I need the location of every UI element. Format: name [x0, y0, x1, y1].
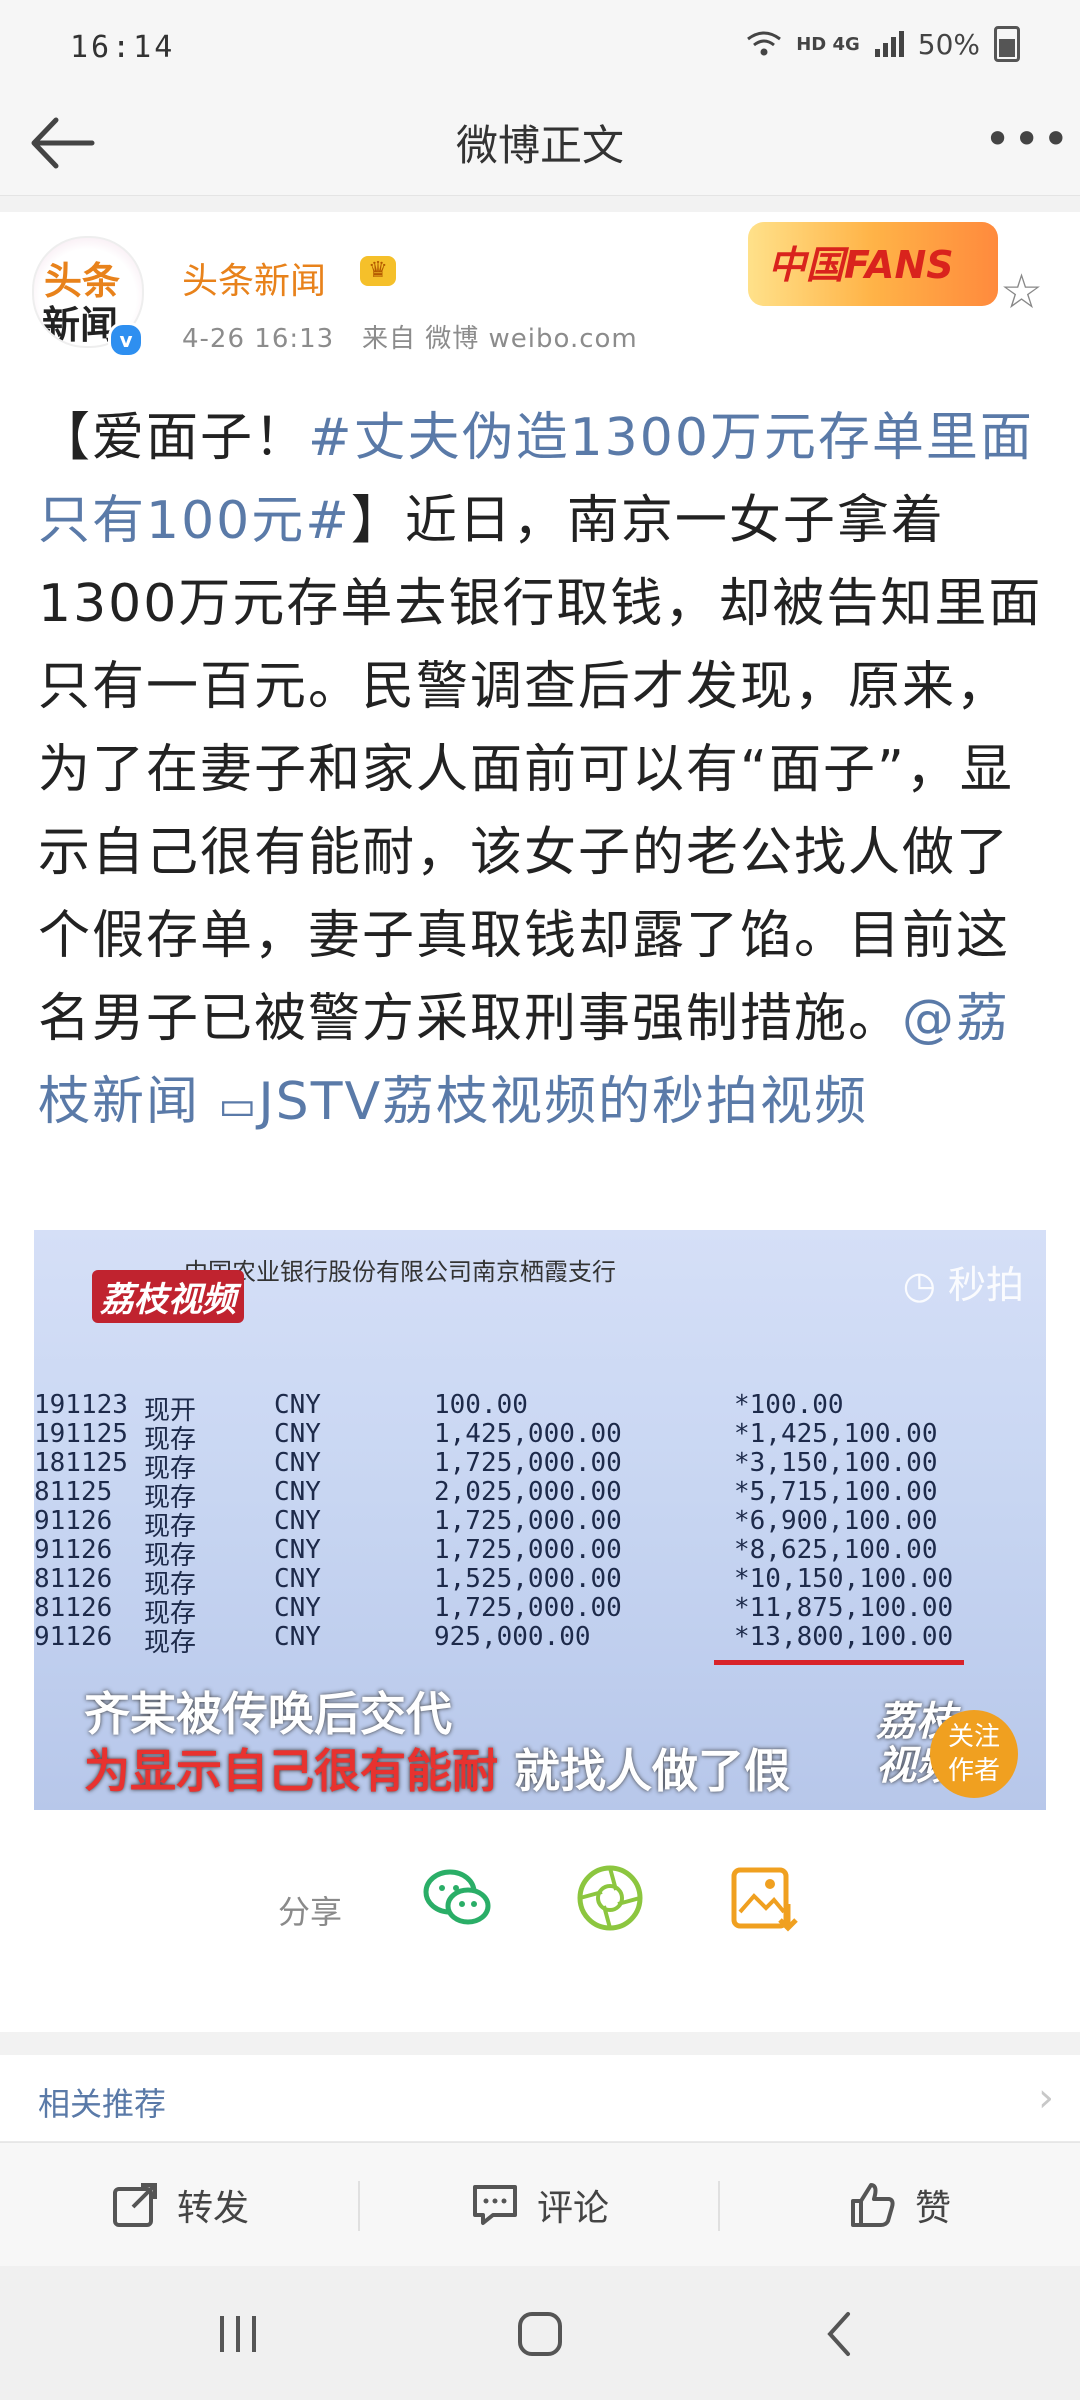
forward-icon: [112, 2183, 157, 2227]
statement-type: 现存: [144, 1628, 197, 1658]
statement-amount: 1,725,000.00: [434, 1506, 622, 1536]
fans-badge-text: 中国FANS: [768, 243, 954, 287]
statement-id: 191123: [34, 1390, 128, 1420]
statement-amount: 1,725,000.00: [434, 1448, 622, 1478]
statement-id: 91126: [34, 1622, 113, 1652]
recent-apps-icon[interactable]: [198, 2294, 278, 2374]
share-label: 分享: [278, 1893, 343, 1931]
statement-amount: 1,425,000.00: [434, 1419, 622, 1449]
statement-balance: *3,150,100.00: [734, 1448, 938, 1478]
related-section[interactable]: 相关推荐 ›: [0, 2055, 1080, 2142]
wechat-icon[interactable]: [420, 1860, 496, 1936]
follow-line-2: 作者: [947, 1756, 1000, 1786]
body-prefix: 【爱面子！: [38, 408, 309, 468]
statement-amount: 925,000.00: [434, 1622, 591, 1652]
favorite-star-icon[interactable]: ☆: [1000, 264, 1043, 320]
statement-cur: CNY: [274, 1448, 321, 1478]
verified-icon: v: [108, 322, 144, 358]
like-button[interactable]: 赞: [720, 2143, 1080, 2267]
battery-icon: [994, 26, 1020, 62]
miaopai-watermark: ◷ 秒拍: [902, 1263, 1024, 1307]
video-subtitle-2: 为显示自己很有能耐 就找人做了假: [84, 1735, 790, 1801]
statement-cur: CNY: [274, 1419, 321, 1449]
statement-amount: 100.00: [434, 1390, 528, 1420]
statement-balance: *10,150,100.00: [734, 1564, 954, 1594]
video-link[interactable]: ▭JSTV荔枝视频的秒拍视频: [219, 1072, 868, 1132]
post-body: 【爱面子！#丈夫伪造1300万元存单里面只有100元#】近日，南京一女子拿着13…: [38, 397, 1048, 1148]
subtitle-rest: 就找人做了假: [498, 1744, 791, 1798]
follow-author-button[interactable]: 关注 作者: [930, 1710, 1018, 1798]
statement-id: 181125: [34, 1448, 128, 1478]
chevron-right-icon: ›: [1038, 2075, 1054, 2121]
battery-percent: 50%: [917, 27, 980, 61]
top-nav: 微博正文 •••: [0, 90, 1080, 196]
signal-icon: [874, 31, 904, 57]
author-name[interactable]: 头条新闻: [182, 252, 326, 304]
video-player[interactable]: 中国农业银行股份有限公司南京栖霞支行 荔枝视频 ◷ 秒拍 191123 现开 CNY…: [34, 1230, 1046, 1810]
statement-id: 91126: [34, 1506, 113, 1536]
statement-cur: CNY: [274, 1564, 321, 1594]
save-image-icon[interactable]: [726, 1860, 802, 1936]
statement-id: 91126: [34, 1535, 113, 1565]
statement-balance: *6,900,100.00: [734, 1506, 938, 1536]
video-link-icon: ▭: [218, 1083, 259, 1129]
statement-cur: CNY: [274, 1477, 321, 1507]
statement-cur: CNY: [274, 1390, 321, 1420]
statement-balance: *100.00: [734, 1390, 844, 1420]
back-icon[interactable]: [800, 2294, 880, 2374]
statement-balance: *5,715,100.00: [734, 1477, 938, 1507]
statement-balance: *8,625,100.00: [734, 1535, 938, 1565]
subtitle-highlight: 为显示自己很有能耐: [84, 1744, 498, 1798]
avatar-text-bottom: 新闻: [42, 303, 119, 347]
watermark-text: 秒拍: [947, 1263, 1024, 1307]
crown-icon: ♛: [360, 256, 396, 286]
comment-label: 评论: [536, 2188, 609, 2229]
body-main: 】近日，南京一女子拿着1300万元存单去银行取钱，却被告知里面只有一百元。民警调…: [38, 491, 1043, 1049]
underline-highlight: [714, 1660, 964, 1665]
statement-id: 81125: [34, 1477, 113, 1507]
home-icon[interactable]: [500, 2294, 580, 2374]
statement-id: 81126: [34, 1564, 113, 1594]
follow-line-1: 关注: [947, 1722, 1000, 1752]
statement-amount: 1,525,000.00: [434, 1564, 622, 1594]
related-label: 相关推荐: [38, 2085, 167, 2123]
page-title: 微博正文: [455, 121, 624, 170]
post-meta: 4-26 16:13 来自 微博 weibo.com: [182, 318, 638, 355]
bank-header: 中国农业银行股份有限公司南京栖霞支行: [184, 1258, 616, 1286]
statement-cur: CNY: [274, 1535, 321, 1565]
system-nav-bar: [0, 2266, 1080, 2400]
post-time: 4-26 16:13: [182, 324, 335, 354]
comment-button[interactable]: 评论: [360, 2143, 720, 2267]
thumbs-up-icon: [850, 2183, 895, 2227]
statement-cur: CNY: [274, 1622, 321, 1652]
video-link-text: JSTV荔枝视频的秒拍视频: [258, 1072, 869, 1132]
statement-amount: 2,025,000.00: [434, 1477, 622, 1507]
statement-amount: 1,725,000.00: [434, 1593, 622, 1623]
statement-balance: *1,425,100.00: [734, 1419, 938, 1449]
more-icon[interactable]: •••: [984, 112, 1069, 172]
video-logo: 荔枝视频: [92, 1270, 244, 1323]
network-label: HD 4G: [796, 33, 860, 55]
post-card: 头条 新闻 v 头条新闻 ♛ 4-26 16:13 来自 微博 weibo.co…: [0, 212, 1080, 2032]
statement-cur: CNY: [274, 1593, 321, 1623]
like-label: 赞: [914, 2188, 951, 2229]
comment-icon: [472, 2185, 517, 2225]
statement-amount: 1,725,000.00: [434, 1535, 622, 1565]
forward-button[interactable]: 转发: [0, 2143, 360, 2267]
wifi-icon: [747, 31, 782, 56]
status-right: HD 4G 50%: [746, 26, 1020, 62]
statement-balance: *13,800,100.00: [734, 1622, 954, 1652]
post-source: 来自 微博 weibo.com: [362, 324, 638, 354]
statement-id: 81126: [34, 1593, 113, 1623]
statement-id: 191125: [34, 1419, 128, 1449]
action-bar: 转发 评论 赞: [0, 2142, 1080, 2267]
status-bar: 16:14 HD 4G 50%: [0, 0, 1080, 90]
moments-icon[interactable]: [572, 1860, 648, 1936]
status-time: 16:14: [70, 30, 176, 65]
forward-label: 转发: [176, 2188, 249, 2229]
statement-balance: *11,875,100.00: [734, 1593, 954, 1623]
statement-cur: CNY: [274, 1506, 321, 1536]
china-fans-badge[interactable]: 中国FANS: [748, 222, 998, 306]
